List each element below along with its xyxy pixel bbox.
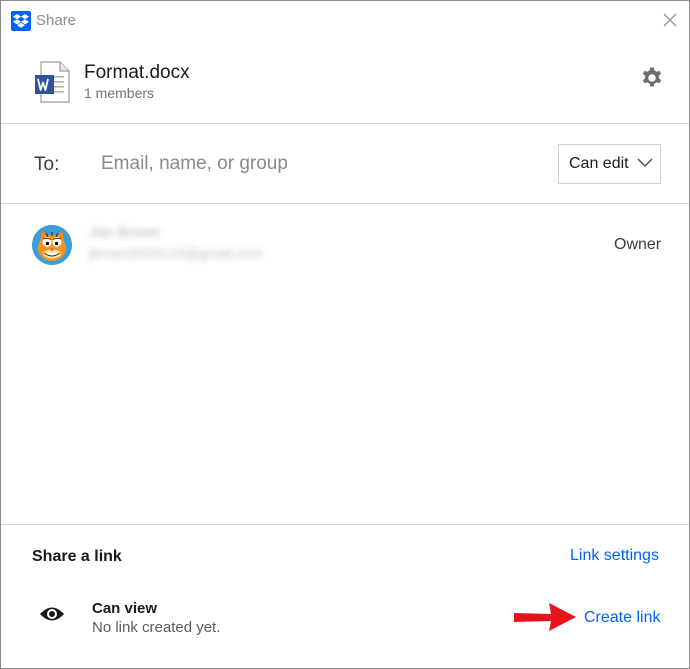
permission-label: Can edit bbox=[569, 155, 629, 172]
close-button[interactable] bbox=[659, 9, 681, 31]
member-email: jbrown2023123@gmail.com bbox=[89, 245, 263, 261]
share-to-row: To: Can edit bbox=[1, 124, 689, 204]
garfield-avatar bbox=[32, 225, 72, 265]
access-level-title: Can view bbox=[92, 600, 158, 617]
eye-icon bbox=[39, 605, 65, 623]
file-header: Format.docx 1 members bbox=[1, 39, 689, 124]
window-title: Share bbox=[36, 12, 77, 29]
link-status: No link created yet. bbox=[92, 619, 221, 636]
close-icon bbox=[663, 13, 677, 27]
chevron-down-icon bbox=[637, 158, 653, 168]
red-arrow-icon bbox=[513, 602, 577, 632]
create-link-button[interactable]: Create link bbox=[584, 609, 660, 627]
settings-button[interactable] bbox=[640, 66, 664, 90]
dropbox-icon bbox=[11, 11, 31, 31]
member-name: Jan Brown bbox=[89, 224, 160, 241]
file-name: Format.docx bbox=[84, 62, 190, 83]
to-label: To: bbox=[34, 154, 60, 175]
share-link-section: Share a link Link settings Can view No l… bbox=[1, 524, 689, 668]
member-role: Owner bbox=[614, 236, 662, 253]
word-document-icon bbox=[34, 61, 70, 103]
member-count: 1 members bbox=[84, 85, 155, 101]
gear-icon bbox=[642, 67, 662, 87]
member-row: Jan Brown jbrown2023123@gmail.com Owner bbox=[1, 204, 689, 284]
link-settings-link[interactable]: Link settings bbox=[570, 547, 659, 565]
recipient-input[interactable] bbox=[101, 146, 541, 182]
permission-dropdown[interactable]: Can edit bbox=[558, 144, 661, 184]
share-dialog: Share Format.docx 1 members To: Email, n… bbox=[0, 0, 690, 669]
share-link-title: Share a link bbox=[32, 548, 122, 565]
title-bar: Share bbox=[1, 1, 689, 39]
